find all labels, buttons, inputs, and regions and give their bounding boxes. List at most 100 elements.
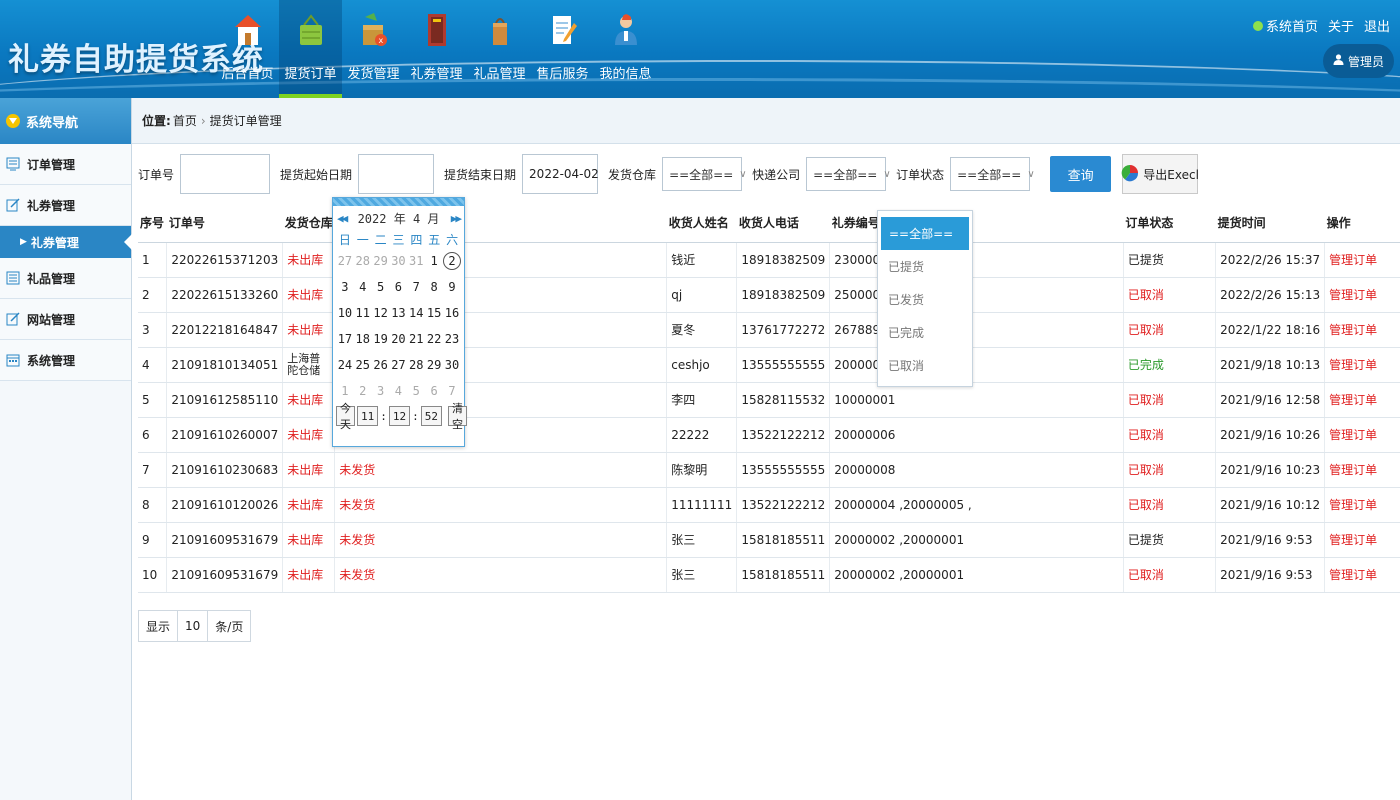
calendar-day[interactable]: 18 xyxy=(354,326,372,352)
calendar-day[interactable]: 1 xyxy=(425,248,443,274)
book-icon xyxy=(420,11,454,49)
courier-select-value: ==全部== xyxy=(813,167,878,182)
calendar-day[interactable]: 28 xyxy=(407,352,425,378)
order-no-input[interactable] xyxy=(180,154,271,194)
calendar-day[interactable]: 10 xyxy=(336,300,354,326)
hour-input[interactable]: 11 xyxy=(357,406,379,426)
calendar-day[interactable]: 6 xyxy=(425,378,443,404)
warehouse-select[interactable]: ==全部== ∨ xyxy=(662,157,747,191)
calendar-day[interactable]: 3 xyxy=(336,274,354,300)
breadcrumb-home[interactable]: 首页 xyxy=(173,112,197,129)
next-year-icon[interactable]: ▶▶ xyxy=(451,212,462,225)
sidebar-item-website[interactable]: 网站管理 xyxy=(0,299,131,340)
nav-item-coupons[interactable]: 礼券管理 xyxy=(405,0,468,98)
warehouse-label: 发货仓库 xyxy=(608,167,657,182)
calendar-day[interactable]: 7 xyxy=(407,274,425,300)
sidebar-item-orders[interactable]: 订单管理 xyxy=(0,144,131,185)
manage-order-link[interactable]: 管理订单 xyxy=(1324,522,1400,558)
calendar-day[interactable]: 12 xyxy=(372,300,390,326)
nav-item-shipping[interactable]: x 发货管理 xyxy=(342,0,405,98)
second-input[interactable]: 52 xyxy=(420,406,442,426)
calendar-day[interactable]: 27 xyxy=(336,248,354,274)
manage-order-link[interactable]: 管理订单 xyxy=(1324,347,1400,383)
status-option[interactable]: 已完成 xyxy=(878,316,972,349)
status-option[interactable]: ==全部== xyxy=(881,217,969,250)
nav-item-aftersale[interactable]: 售后服务 xyxy=(531,0,594,98)
date-picker-year[interactable]: 2022 xyxy=(358,212,387,226)
status-option[interactable]: 已发货 xyxy=(878,283,972,316)
about-link[interactable]: 关于 xyxy=(1328,16,1354,35)
prev-year-icon[interactable]: ◀◀ xyxy=(337,212,348,225)
query-button[interactable]: 查询 xyxy=(1050,156,1112,192)
system-home-link[interactable]: 系统首页 xyxy=(1252,16,1318,35)
cell-no: 5 xyxy=(138,382,168,418)
calendar-day[interactable]: 2 xyxy=(354,378,372,404)
today-button[interactable]: 今天 xyxy=(336,402,355,431)
sidebar-item-gifts[interactable]: 礼品管理 xyxy=(0,258,131,299)
calendar-day[interactable]: 23 xyxy=(443,326,461,352)
status-select[interactable]: ==全部== ∨ xyxy=(950,157,1035,191)
calendar-day[interactable]: 31 xyxy=(407,248,425,274)
arrow-circle-icon xyxy=(1252,20,1263,31)
calendar-day[interactable]: 3 xyxy=(372,378,390,404)
nav-item-gifts[interactable]: 礼品管理 xyxy=(468,0,531,98)
manage-order-link[interactable]: 管理订单 xyxy=(1324,242,1400,278)
calendar-day[interactable]: 30 xyxy=(443,352,461,378)
calendar-day[interactable]: 16 xyxy=(443,300,461,326)
export-excel-button[interactable]: 导出Execl xyxy=(1121,154,1199,194)
cell-order-no: 22012218164847 xyxy=(166,312,284,348)
status-option[interactable]: 已取消 xyxy=(878,349,972,382)
minute-input[interactable]: 12 xyxy=(388,406,411,426)
calendar-day[interactable]: 17 xyxy=(336,326,354,352)
cell-receiver-phone: 13555555555 xyxy=(736,347,831,383)
calendar-day[interactable]: 27 xyxy=(390,352,408,378)
manage-order-link[interactable]: 管理订单 xyxy=(1324,417,1400,453)
sidebar-item-system[interactable]: 系统管理 xyxy=(0,340,131,381)
end-date-input[interactable]: 2022-04-02 xyxy=(522,154,599,194)
manage-order-link[interactable]: 管理订单 xyxy=(1324,312,1400,348)
calendar-day[interactable]: 4 xyxy=(390,378,408,404)
calendar-day[interactable]: 20 xyxy=(390,326,408,352)
warehouse-select-value: ==全部== xyxy=(669,167,734,182)
status-option[interactable]: 已提货 xyxy=(878,250,972,283)
calendar-day[interactable]: 14 xyxy=(407,300,425,326)
calendar-day[interactable]: 21 xyxy=(407,326,425,352)
calendar-day[interactable]: 22 xyxy=(425,326,443,352)
calendar-day[interactable]: 13 xyxy=(390,300,408,326)
logout-link[interactable]: 退出 xyxy=(1364,16,1390,35)
manage-order-link[interactable]: 管理订单 xyxy=(1324,557,1400,593)
calendar-day[interactable]: 4 xyxy=(354,274,372,300)
calendar-day[interactable]: 11 xyxy=(354,300,372,326)
manage-order-link[interactable]: 管理订单 xyxy=(1324,487,1400,523)
calendar-day[interactable]: 28 xyxy=(354,248,372,274)
calendar-day[interactable]: 25 xyxy=(354,352,372,378)
calendar-day[interactable]: 15 xyxy=(425,300,443,326)
breadcrumb-current: 提货订单管理 xyxy=(209,114,282,128)
calendar-day[interactable]: 8 xyxy=(425,274,443,300)
sidebar-subitem-coupons[interactable]: ▶ 礼券管理 xyxy=(0,226,132,258)
manage-order-link[interactable]: 管理订单 xyxy=(1324,382,1400,418)
manage-order-link[interactable]: 管理订单 xyxy=(1324,277,1400,313)
start-date-input[interactable] xyxy=(358,154,435,194)
calendar-day[interactable]: 26 xyxy=(372,352,390,378)
clear-button[interactable]: 清空 xyxy=(448,402,467,431)
sidebar-item-coupons[interactable]: 礼券管理 xyxy=(0,185,131,226)
calendar-day-selected[interactable]: 2 xyxy=(443,252,461,270)
calendar-day[interactable]: 19 xyxy=(372,326,390,352)
calendar-day[interactable]: 5 xyxy=(372,274,390,300)
calendar-day[interactable]: 5 xyxy=(407,378,425,404)
calendar-day[interactable]: 30 xyxy=(390,248,408,274)
calendar-day[interactable]: 29 xyxy=(425,352,443,378)
page-size-value[interactable]: 10 xyxy=(178,611,209,641)
admin-badge[interactable]: 管理员 xyxy=(1322,44,1394,78)
calendar-day[interactable]: 29 xyxy=(372,248,390,274)
calendar-day[interactable]: 6 xyxy=(390,274,408,300)
courier-select[interactable]: ==全部== ∨ xyxy=(806,157,891,191)
nav-item-orders[interactable]: 提货订单 xyxy=(279,0,342,98)
calendar-day[interactable]: 24 xyxy=(336,352,354,378)
nav-item-home[interactable]: 后台首页 xyxy=(216,0,279,98)
manage-order-link[interactable]: 管理订单 xyxy=(1324,452,1400,488)
calendar-day[interactable]: 9 xyxy=(443,274,461,300)
nav-item-profile[interactable]: 我的信息 xyxy=(594,0,657,98)
date-picker-month[interactable]: 4 xyxy=(413,212,420,226)
